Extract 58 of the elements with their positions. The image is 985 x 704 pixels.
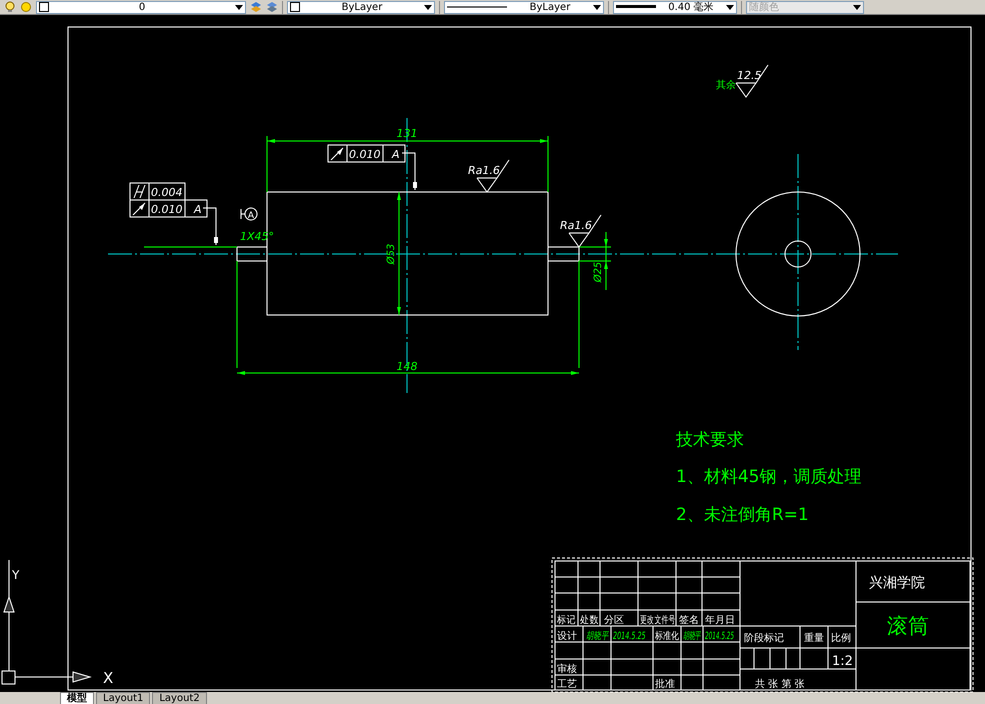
title-block-label: 处数 xyxy=(580,614,599,626)
datum-label: A xyxy=(248,211,254,221)
line-sample-icon xyxy=(447,5,507,9)
title-block-entry: 2014.5.25 xyxy=(613,629,646,642)
requirement-item: 1、材料45钢，调质处理 xyxy=(676,467,862,487)
line-sample-icon xyxy=(616,5,656,9)
title-block-label: 设计 xyxy=(557,631,577,642)
tolerance-value: 0.004 xyxy=(151,186,182,199)
title-block-entry: 胡晓平 xyxy=(683,629,700,642)
requirement-item: 2、未注倒角R=1 xyxy=(676,505,809,525)
requirements-title: 技术要求 xyxy=(676,430,744,450)
layers-icon[interactable] xyxy=(250,1,262,13)
linetype-dropdown[interactable]: ByLayer xyxy=(444,0,604,14)
layout-tab[interactable]: Layout1 xyxy=(96,692,150,704)
datum-reference: A xyxy=(392,148,400,161)
title-block-label: 阶段标记 xyxy=(744,633,784,644)
title-block-label: 更改文件号 xyxy=(640,614,676,626)
title-block-label: 年月日 xyxy=(705,615,735,626)
dimension-text: 148 xyxy=(396,360,418,373)
title-block-label: 标记 xyxy=(557,614,576,626)
title-block-label: 审核 xyxy=(557,664,577,675)
layer-dropdown[interactable]: 0 xyxy=(36,0,246,14)
title-block-entry: 胡晓平 xyxy=(586,631,609,642)
title-block-label: 标准化 xyxy=(655,631,679,642)
title-block-label: 批准 xyxy=(655,679,675,690)
runout-icon xyxy=(132,202,146,216)
axis-label: X xyxy=(103,669,114,687)
title-block-label: 分区 xyxy=(604,615,624,626)
title-block-label: 比例 xyxy=(831,633,851,644)
part-name: 滚筒 xyxy=(887,614,929,638)
title-block-label: 共 张 第 张 xyxy=(755,679,805,690)
ucs-origin-icon xyxy=(2,670,16,684)
sun-icon[interactable] xyxy=(20,1,32,13)
tolerance-value: 0.010 xyxy=(151,203,182,216)
color-dropdown[interactable]: ByLayer xyxy=(287,0,435,14)
title-block-entry: 2014.5.25 xyxy=(705,629,734,642)
runout-icon xyxy=(330,148,344,160)
roughness-value: 12.5 xyxy=(737,69,762,82)
layout-tab[interactable]: 模型 xyxy=(60,692,94,704)
roughness-symbol xyxy=(735,64,768,98)
axis-label: Y xyxy=(12,568,20,582)
title-block-label: 重量 xyxy=(804,633,824,644)
school-name: 兴湘学院 xyxy=(869,575,925,591)
scale-value: 1:2 xyxy=(832,654,853,669)
dimension-text: Ø25 xyxy=(593,262,604,282)
datum-reference: A xyxy=(194,203,202,216)
layers-icon[interactable] xyxy=(266,1,278,13)
lineweight-dropdown[interactable]: 0.40 毫米 xyxy=(613,0,737,14)
layout-tab[interactable]: Layout2 xyxy=(152,692,207,704)
title-block-label: 签名 xyxy=(679,615,699,626)
datum-symbol xyxy=(240,208,258,220)
bulb-icon[interactable] xyxy=(4,1,16,13)
tolerance-value: 0.010 xyxy=(349,148,380,161)
title-block-label: 工艺 xyxy=(557,679,577,690)
roughness-value: Ra1.6 xyxy=(468,164,500,177)
roughness-note: 其余 xyxy=(716,80,736,91)
roughness-value: Ra1.6 xyxy=(560,219,592,232)
dimension-text: Ø53 xyxy=(386,244,397,264)
